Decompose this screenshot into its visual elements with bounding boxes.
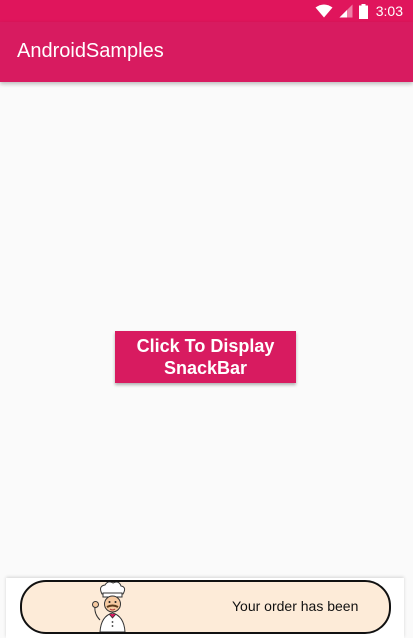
app-title: AndroidSamples	[17, 40, 164, 62]
status-icons: 3:03	[315, 0, 403, 22]
chef-icon	[92, 582, 126, 632]
app-screen: 3:03 AndroidSamples Click To Display Sna…	[0, 0, 413, 638]
status-bar: 3:03	[0, 0, 413, 22]
wifi-icon	[315, 4, 333, 18]
battery-icon	[358, 3, 368, 19]
signal-icon	[339, 4, 353, 18]
app-bar: AndroidSamples	[0, 22, 413, 82]
display-snackbar-button[interactable]: Click To Display SnackBar	[115, 331, 296, 383]
snackbar-container: Your order has been	[6, 578, 404, 638]
button-label-line1: Click To Display	[136, 336, 275, 356]
snackbar-message: Your order has been	[232, 598, 359, 614]
button-label-line2: SnackBar	[163, 358, 248, 378]
status-time: 3:03	[375, 3, 403, 19]
snackbar[interactable]: Your order has been	[20, 580, 391, 634]
